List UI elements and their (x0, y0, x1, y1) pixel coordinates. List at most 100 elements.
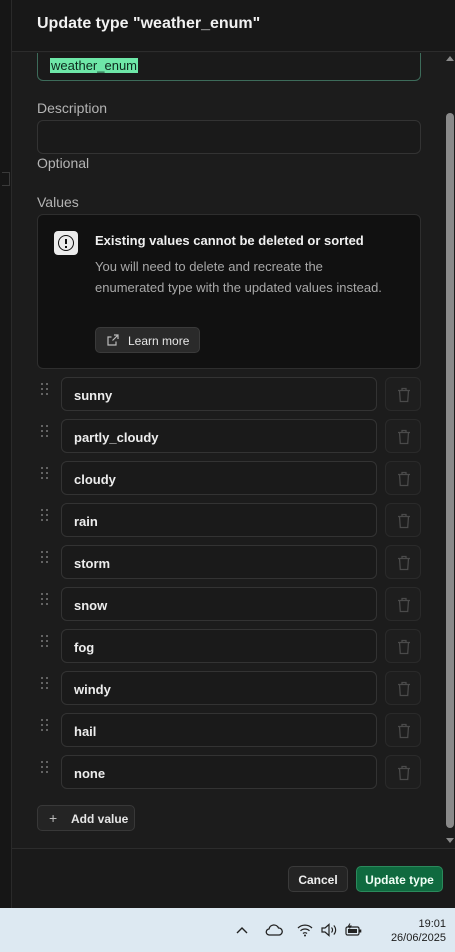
trash-icon (398, 723, 410, 739)
scroll-down-arrow[interactable] (446, 838, 454, 843)
external-link-icon (107, 334, 119, 346)
value-row: snow (37, 587, 421, 621)
clock-date: 26/06/2025 (390, 932, 446, 944)
scrollbar-thumb[interactable] (446, 113, 454, 828)
trash-icon (398, 555, 410, 571)
trash-icon (398, 597, 410, 613)
drag-handle-icon[interactable] (41, 593, 49, 607)
value-row: fog (37, 629, 421, 663)
add-value-button[interactable]: + Add value (37, 805, 135, 831)
system-clock[interactable]: 19:01 26/06/2025 (374, 917, 446, 945)
value-text: partly_cloudy (74, 430, 159, 445)
value-input[interactable]: storm (61, 545, 377, 579)
update-type-button[interactable]: Update type (356, 866, 443, 892)
background-page (0, 0, 12, 908)
delete-value-button[interactable] (385, 503, 421, 537)
delete-value-button[interactable] (385, 713, 421, 747)
drag-handle-icon[interactable] (41, 509, 49, 523)
wifi-icon[interactable] (297, 923, 313, 937)
type-name-value: weather_enum (50, 58, 138, 73)
value-input[interactable]: hail (61, 713, 377, 747)
description-input[interactable] (37, 120, 421, 154)
drag-handle-icon[interactable] (41, 383, 49, 397)
warning-callout: Existing values cannot be deleted or sor… (37, 214, 421, 369)
value-row: storm (37, 545, 421, 579)
value-input[interactable]: sunny (61, 377, 377, 411)
value-text: hail (74, 724, 97, 739)
value-row: hail (37, 713, 421, 747)
delete-value-button[interactable] (385, 755, 421, 789)
cloud-icon[interactable] (265, 924, 283, 936)
panel-header: Update type "weather_enum" (12, 0, 455, 52)
value-text: fog (74, 640, 95, 655)
scroll-up-arrow[interactable] (446, 56, 454, 61)
drag-handle-icon[interactable] (41, 551, 49, 565)
description-label: Description (37, 100, 108, 116)
callout-title: Existing values cannot be deleted or sor… (95, 233, 364, 248)
value-input[interactable]: fog (61, 629, 377, 663)
value-row: partly_cloudy (37, 419, 421, 453)
cancel-label: Cancel (298, 873, 338, 887)
scrollbar[interactable] (445, 53, 455, 848)
value-text: sunny (74, 388, 113, 403)
update-type-label: Update type (365, 873, 434, 887)
values-label: Values (37, 194, 79, 210)
delete-value-button[interactable] (385, 377, 421, 411)
description-hint: Optional (37, 155, 90, 171)
delete-value-button[interactable] (385, 587, 421, 621)
drag-handle-icon[interactable] (41, 467, 49, 481)
value-row: cloudy (37, 461, 421, 495)
cancel-button[interactable]: Cancel (288, 866, 348, 892)
value-text: windy (74, 682, 111, 697)
value-text: none (74, 766, 106, 781)
delete-value-button[interactable] (385, 419, 421, 453)
background-icon (2, 172, 10, 186)
trash-icon (398, 513, 410, 529)
learn-more-label: Learn more (128, 334, 190, 348)
drag-handle-icon[interactable] (41, 635, 49, 649)
drag-handle-icon[interactable] (41, 677, 49, 691)
taskbar: 19:01 26/06/2025 (0, 908, 455, 952)
delete-value-button[interactable] (385, 545, 421, 579)
value-input[interactable]: windy (61, 671, 377, 705)
trash-icon (398, 765, 410, 781)
value-input[interactable]: cloudy (61, 461, 377, 495)
learn-more-button[interactable]: Learn more (95, 327, 200, 353)
value-text: snow (74, 598, 108, 613)
delete-value-button[interactable] (385, 629, 421, 663)
trash-icon (398, 471, 410, 487)
trash-icon (398, 639, 410, 655)
value-text: rain (74, 514, 98, 529)
value-row: rain (37, 503, 421, 537)
panel-body: weather_enum Description Optional Values… (12, 53, 443, 848)
value-input[interactable]: snow (61, 587, 377, 621)
value-input[interactable]: none (61, 755, 377, 789)
chevron-up-icon[interactable] (236, 925, 248, 935)
value-input[interactable]: rain (61, 503, 377, 537)
value-text: cloudy (74, 472, 116, 487)
delete-value-button[interactable] (385, 671, 421, 705)
value-input[interactable]: partly_cloudy (61, 419, 377, 453)
battery-icon[interactable] (345, 923, 363, 937)
volume-icon[interactable] (321, 923, 339, 937)
type-name-input[interactable]: weather_enum (37, 53, 421, 81)
add-value-label: Add value (71, 812, 129, 826)
value-text: storm (74, 556, 111, 571)
drag-handle-icon[interactable] (41, 761, 49, 775)
trash-icon (398, 387, 410, 403)
panel-footer: Cancel Update type (12, 848, 455, 908)
drag-handle-icon[interactable] (41, 719, 49, 733)
value-row: sunny (37, 377, 421, 411)
panel-title: Update type "weather_enum" (37, 15, 261, 32)
clock-time: 19:01 (418, 918, 446, 930)
plus-icon: + (49, 810, 58, 826)
trash-icon (398, 429, 410, 445)
value-row: windy (37, 671, 421, 705)
trash-icon (398, 681, 410, 697)
alert-circle-icon (54, 231, 78, 255)
update-type-panel: Update type "weather_enum" weather_enum … (12, 0, 455, 908)
drag-handle-icon[interactable] (41, 425, 49, 439)
app-window: Update type "weather_enum" weather_enum … (0, 0, 455, 952)
delete-value-button[interactable] (385, 461, 421, 495)
value-row: none (37, 755, 421, 789)
